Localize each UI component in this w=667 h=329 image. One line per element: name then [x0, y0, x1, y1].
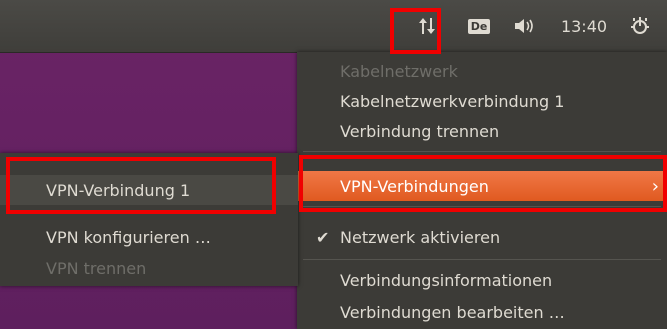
menu-item-label: Kabelnetzwerk — [340, 61, 458, 81]
menu-item-edit-connections[interactable]: Verbindungen bearbeiten … — [297, 297, 667, 327]
network-menu: Kabelnetzwerk Kabelnetzwerkverbindung 1 … — [297, 52, 667, 329]
network-up-down-icon — [419, 18, 435, 34]
network-indicator[interactable] — [407, 0, 447, 52]
submenu-item-label: VPN-Verbindung 1 — [46, 180, 191, 200]
keyboard-layout-label: De — [467, 18, 491, 34]
menu-item-wired-network-header: Kabelnetzwerk — [297, 56, 667, 86]
vpn-submenu: VPN-Verbindung 1 VPN konfigurieren … VPN… — [0, 153, 298, 286]
menu-item-wired-connection-1[interactable]: Kabelnetzwerkverbindung 1 — [297, 86, 667, 116]
top-panel: De 13:40 — [0, 0, 667, 53]
menu-item-label: Verbindungen bearbeiten … — [340, 302, 565, 322]
checkmark-icon: ✔ — [316, 227, 330, 247]
menu-item-disconnect[interactable]: Verbindung trennen — [297, 116, 667, 146]
sound-indicator[interactable] — [505, 0, 545, 52]
submenu-arrow-icon: › — [651, 175, 659, 197]
clock[interactable]: 13:40 — [555, 0, 613, 52]
menu-separator — [303, 259, 661, 260]
menu-item-connection-information[interactable]: Verbindungsinformationen — [297, 265, 667, 295]
menu-item-enable-networking[interactable]: ✔ Netzwerk aktivieren — [297, 222, 667, 252]
submenu-item-label: VPN trennen — [46, 258, 147, 278]
submenu-item-configure-vpn[interactable]: VPN konfigurieren … — [0, 222, 298, 252]
session-indicator[interactable] — [620, 0, 660, 52]
menu-item-label: Kabelnetzwerkverbindung 1 — [340, 91, 565, 111]
menu-item-label: Verbindung trennen — [340, 121, 500, 141]
submenu-item-label: VPN konfigurieren … — [46, 227, 211, 247]
menu-separator — [303, 206, 661, 207]
menu-item-vpn-connections[interactable]: VPN-Verbindungen › — [297, 171, 667, 201]
submenu-item-vpn-connection-1[interactable]: VPN-Verbindung 1 — [0, 175, 298, 205]
menu-item-label: Verbindungsinformationen — [340, 270, 553, 290]
menu-separator — [303, 151, 661, 152]
power-gear-icon — [631, 17, 649, 34]
submenu-item-disconnect-vpn: VPN trennen — [0, 253, 298, 283]
speaker-icon — [515, 19, 533, 33]
keyboard-layout-indicator[interactable]: De — [464, 0, 494, 52]
menu-item-label: Netzwerk aktivieren — [340, 227, 501, 247]
menu-item-label: VPN-Verbindungen — [340, 176, 489, 196]
